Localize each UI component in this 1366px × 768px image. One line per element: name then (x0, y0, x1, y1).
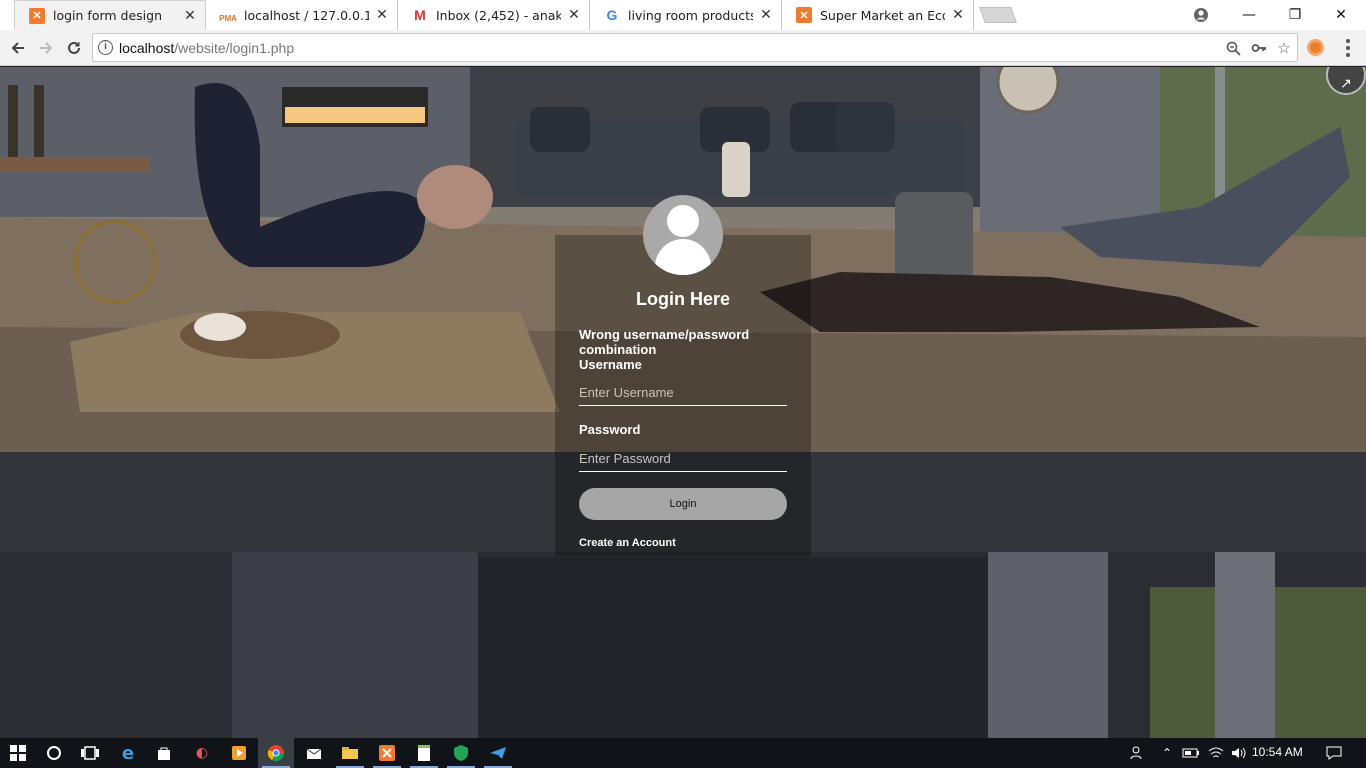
windows-start-icon[interactable] (0, 738, 36, 768)
close-tab-icon[interactable]: ✕ (375, 7, 389, 23)
xampp-icon: ✕ (29, 7, 45, 24)
tab-title: localhost / 127.0.0.1 / an (244, 7, 369, 23)
maximize-button[interactable]: ❐ (1272, 0, 1318, 30)
new-tab-button[interactable] (979, 7, 1017, 23)
phpmyadmin-icon: PMA (219, 14, 237, 23)
browser-tab-strip: ✕ login form design ✕ PMA localhost / 12… (0, 0, 1366, 30)
reload-button[interactable] (61, 35, 87, 61)
cortana-icon[interactable] (36, 738, 72, 768)
username-label: Username (579, 357, 642, 372)
back-arrow-icon (11, 42, 24, 54)
media-player-icon[interactable] (221, 738, 257, 768)
url-text: localhost/website/login1.php (119, 40, 295, 56)
close-window-button[interactable]: ✕ (1318, 0, 1364, 30)
menu-icon[interactable] (1340, 37, 1356, 59)
task-view-icon[interactable] (72, 738, 108, 768)
edge-icon[interactable]: e (110, 738, 146, 768)
store-icon[interactable] (146, 738, 182, 768)
close-tab-icon[interactable]: ✕ (567, 7, 581, 23)
tab-super-market[interactable]: ✕ Super Market an Ecomm ✕ (782, 0, 974, 30)
taskbar-clock[interactable]: 10:54 AM (1252, 745, 1303, 759)
login-button[interactable]: Login (579, 488, 787, 520)
battery-icon[interactable] (1180, 738, 1202, 768)
shield-icon[interactable] (443, 738, 479, 768)
error-message: Wrong username/password combination (579, 327, 750, 357)
wifi-icon[interactable] (1205, 738, 1227, 768)
login-title: Login Here (635, 289, 730, 309)
close-tab-icon[interactable]: ✕ (183, 8, 197, 24)
key-icon[interactable] (1249, 38, 1269, 58)
address-bar[interactable]: i localhost/website/login1.php ☆ (92, 33, 1298, 62)
paint-icon[interactable]: ◐ (184, 738, 220, 768)
tab-login-form-design[interactable]: ✕ login form design ✕ (14, 0, 206, 30)
send-icon[interactable] (480, 738, 516, 768)
notepad-icon[interactable] (406, 738, 442, 768)
close-tab-icon[interactable]: ✕ (951, 7, 965, 23)
back-button[interactable] (5, 35, 31, 61)
tab-title: living room products - G (628, 7, 753, 23)
people-icon[interactable] (1127, 738, 1149, 768)
forward-arrow-icon (40, 42, 53, 54)
bookmark-star-icon[interactable]: ☆ (1274, 38, 1294, 58)
extension-icon[interactable] (1307, 39, 1324, 56)
page-viewport: ↗ Login Here Wrong username/password com… (0, 67, 1366, 738)
close-tab-icon[interactable]: ✕ (759, 7, 773, 23)
create-account-link[interactable]: Create an Account (579, 537, 676, 549)
xampp-icon[interactable] (369, 738, 405, 768)
tab-gmail-inbox[interactable]: M Inbox (2,452) - anakddas ✕ (398, 0, 590, 30)
volume-icon[interactable] (1228, 738, 1250, 768)
chrome-icon[interactable] (258, 738, 294, 768)
forward-button[interactable] (33, 35, 59, 61)
gmail-icon: M (414, 7, 426, 23)
tab-title: login form design (53, 8, 163, 23)
xampp-icon: ✕ (796, 7, 812, 23)
password-input[interactable] (579, 446, 787, 472)
google-icon: G (606, 7, 618, 23)
file-explorer-icon[interactable] (332, 738, 368, 768)
user-avatar-icon (643, 195, 723, 275)
tab-google-search[interactable]: G living room products - G ✕ (590, 0, 782, 30)
zoom-icon[interactable] (1223, 38, 1243, 58)
chevron-up-icon[interactable]: ⌃ (1156, 738, 1178, 768)
action-center-icon[interactable] (1322, 738, 1346, 768)
reload-icon (68, 41, 80, 54)
tab-title: Super Market an Ecomm (820, 7, 945, 23)
password-label: Password (579, 422, 641, 437)
mail-icon[interactable] (296, 738, 332, 768)
browser-toolbar: i localhost/website/login1.php ☆ (0, 30, 1366, 66)
tab-phpmyadmin[interactable]: PMA localhost / 127.0.0.1 / an ✕ (206, 0, 398, 30)
site-info-icon[interactable]: i (98, 40, 113, 55)
windows-taskbar: e ◐ ⌃ 10:54 AM (0, 738, 1366, 768)
minimize-button[interactable]: — (1226, 0, 1272, 30)
username-input[interactable] (579, 380, 787, 406)
profile-icon[interactable] (1178, 0, 1224, 30)
tab-title: Inbox (2,452) - anakddas (436, 7, 561, 23)
